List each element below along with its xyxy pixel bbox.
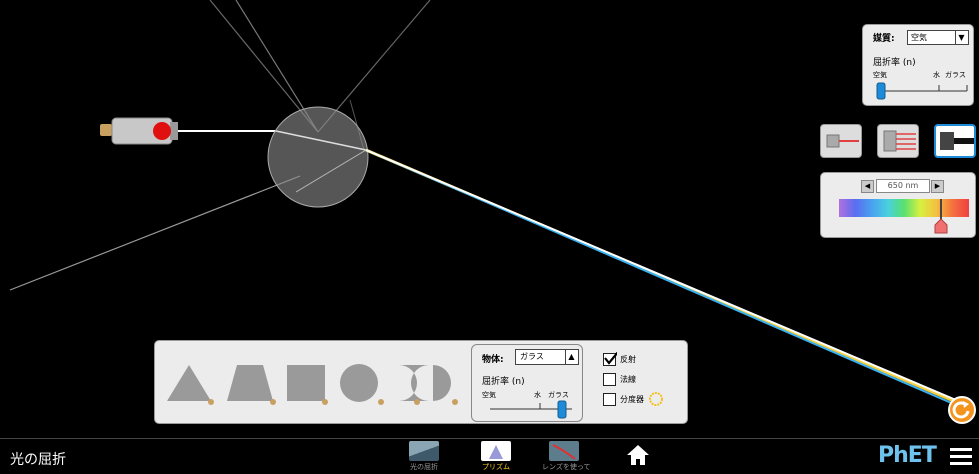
home-button[interactable] bbox=[616, 441, 660, 474]
home-icon bbox=[627, 445, 649, 465]
object-material-value: ガラス bbox=[520, 352, 544, 361]
screen-button-prisms[interactable]: プリズム bbox=[474, 441, 518, 474]
shape-handle-icon bbox=[208, 399, 214, 405]
screen-button-lenses[interactable]: レンズを使って bbox=[542, 441, 591, 474]
chevron-up-icon: ▲ bbox=[565, 350, 577, 364]
semicircle-prism-shape[interactable] bbox=[433, 365, 451, 401]
wavelength-increase-button[interactable]: ▶ bbox=[931, 180, 944, 193]
shape-handle-icon bbox=[378, 399, 384, 405]
chevron-left-icon: ◀ bbox=[864, 182, 871, 190]
slider-thumb[interactable] bbox=[557, 400, 567, 419]
object-properties: 物体: ガラス ▲ 屈折率 (n) 空気 水 ガラス bbox=[471, 344, 583, 422]
chevron-down-icon: ▼ bbox=[955, 31, 967, 44]
shape-handle-icon bbox=[452, 399, 458, 405]
medium-label: 媒質: bbox=[873, 34, 895, 44]
square-prism-shape[interactable] bbox=[287, 365, 325, 401]
screen-button-intro[interactable]: 光の屈折 bbox=[402, 441, 446, 474]
glass-circle-object[interactable] bbox=[267, 106, 369, 208]
object-index-slider[interactable] bbox=[482, 399, 578, 421]
reset-all-button[interactable] bbox=[948, 396, 976, 424]
white-light-button[interactable] bbox=[934, 124, 976, 158]
trapezoid-prism-shape[interactable] bbox=[227, 365, 273, 401]
normal-label: 法線 bbox=[620, 374, 636, 384]
reflections-label: 反射 bbox=[620, 354, 636, 364]
play-area[interactable]: 媒質: 空気 ▼ 屈折率 (n) 空気 水 ガラス ◀ 650 nm ▶ 物体:… bbox=[0, 0, 979, 438]
navigation-bar: 光の屈折 光の屈折 プリズム レンズを使って PhET bbox=[0, 438, 979, 474]
shape-handle-icon bbox=[322, 399, 328, 405]
menu-icon[interactable] bbox=[950, 448, 972, 466]
laser-pointer[interactable] bbox=[100, 117, 178, 145]
multiple-rays-icon bbox=[883, 130, 916, 152]
white-light-icon bbox=[940, 132, 974, 150]
phet-logo[interactable]: PhET bbox=[878, 443, 937, 468]
wavelength-slider-thumb[interactable] bbox=[931, 199, 951, 235]
object-label: 物体: bbox=[482, 355, 504, 365]
slider-thumb[interactable] bbox=[876, 82, 886, 100]
triangle-prism-shape[interactable] bbox=[167, 365, 211, 401]
screen-label-lenses: レンズを使って bbox=[542, 463, 591, 471]
object-material-select[interactable]: ガラス ▲ bbox=[515, 349, 579, 365]
screen-label-intro: 光の屈折 bbox=[410, 463, 438, 471]
medium-index-slider[interactable] bbox=[873, 79, 969, 103]
single-ray-button[interactable] bbox=[820, 124, 862, 158]
app-title: 光の屈折 bbox=[10, 452, 66, 468]
reflections-checkbox[interactable] bbox=[603, 351, 617, 366]
reset-icon bbox=[952, 401, 970, 419]
single-ray-icon bbox=[826, 134, 859, 148]
shape-tray bbox=[167, 364, 458, 405]
medium-index-label: 屈折率 (n) bbox=[873, 58, 916, 68]
wavelength-decrease-button[interactable]: ◀ bbox=[861, 180, 874, 193]
checkmark-icon bbox=[604, 351, 617, 365]
object-index-label: 屈折率 (n) bbox=[482, 377, 525, 387]
medium-select[interactable]: 空気 ▼ bbox=[907, 30, 969, 45]
shape-handle-icon bbox=[414, 399, 420, 405]
protractor-option[interactable]: 分度器 bbox=[603, 391, 663, 407]
medium-select-value: 空気 bbox=[911, 33, 927, 42]
laser-button-icon[interactable] bbox=[153, 122, 171, 140]
lenses-screen-icon bbox=[549, 441, 579, 461]
reflections-option[interactable]: 反射 bbox=[603, 351, 636, 367]
medium-panel: 媒質: 空気 ▼ 屈折率 (n) 空気 水 ガラス bbox=[862, 24, 974, 106]
protractor-icon bbox=[649, 392, 663, 406]
normal-checkbox[interactable] bbox=[603, 372, 616, 386]
prisms-screen-icon bbox=[481, 441, 511, 461]
shape-handle-icon bbox=[270, 399, 276, 405]
wavelength-panel: ◀ 650 nm ▶ bbox=[820, 172, 976, 238]
intro-screen-icon bbox=[409, 441, 439, 461]
normal-option[interactable]: 法線 bbox=[603, 371, 636, 387]
exiting-ray bbox=[9, 175, 301, 291]
multiple-rays-button[interactable] bbox=[877, 124, 919, 158]
object-panel: 物体: ガラス ▲ 屈折率 (n) 空気 水 ガラス 反射 法線 分度器 bbox=[154, 340, 688, 424]
chevron-right-icon: ▶ bbox=[934, 182, 941, 190]
circle-prism-shape[interactable] bbox=[340, 364, 378, 402]
screen-label-prisms: プリズム bbox=[482, 463, 510, 471]
protractor-checkbox[interactable] bbox=[603, 392, 616, 406]
wavelength-value: 650 nm bbox=[876, 179, 930, 193]
lens-prism-shape[interactable] bbox=[399, 365, 429, 401]
protractor-label: 分度器 bbox=[620, 394, 644, 404]
